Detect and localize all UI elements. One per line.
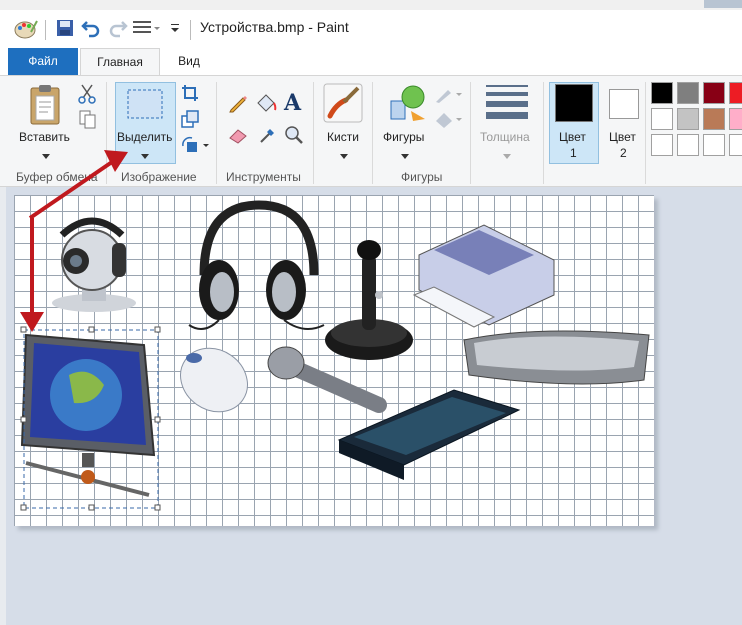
workspace: [0, 187, 742, 625]
customize-dropdown-icon[interactable]: [170, 22, 180, 37]
color1-swatch: [555, 84, 593, 122]
redo-icon[interactable]: [108, 18, 128, 41]
resize-icon[interactable]: [181, 110, 199, 131]
printer-image: [412, 224, 555, 328]
color-picker-icon[interactable]: [258, 125, 278, 148]
webcam-image: [52, 217, 136, 312]
group-separator: [543, 82, 544, 184]
ribbon-tabs: Файл Главная Вид: [0, 48, 742, 75]
tools-group-label: Инструменты: [226, 170, 301, 184]
shapes-icon[interactable]: [387, 83, 427, 126]
window-title: Устройства.bmp - Paint: [200, 19, 349, 35]
top-strip: [0, 0, 742, 10]
ribbon: Вставить Буфер обмена Выделить Изображен…: [0, 75, 742, 187]
joystick-image: [325, 240, 413, 360]
palette-swatch[interactable]: [703, 108, 725, 130]
palette-swatch[interactable]: [651, 134, 673, 156]
paste-button-label[interactable]: Вставить: [19, 130, 70, 144]
palette-swatch[interactable]: [729, 82, 742, 104]
pencil-icon[interactable]: [228, 93, 248, 116]
text-icon[interactable]: A: [283, 90, 303, 116]
palette-swatch[interactable]: [677, 134, 699, 156]
separator: [190, 20, 191, 40]
keyboard-image: [463, 330, 650, 385]
group-separator: [372, 82, 373, 184]
left-edge: [0, 187, 6, 625]
group-separator: [313, 82, 314, 184]
cut-icon[interactable]: [78, 84, 96, 107]
color2-swatch[interactable]: [609, 89, 639, 119]
outline-icon: [434, 86, 464, 107]
select-rectangle-icon: [127, 89, 163, 122]
palette-swatch[interactable]: [703, 82, 725, 104]
monitor-image: [20, 333, 156, 497]
shapes-dropdown-icon[interactable]: [401, 149, 409, 163]
brushes-button-label[interactable]: Кисти: [327, 130, 359, 144]
brushes-dropdown-icon[interactable]: [340, 149, 348, 163]
rotate-icon[interactable]: [180, 136, 210, 157]
shapes-button-label[interactable]: Фигуры: [383, 130, 424, 144]
svg-text:A: A: [283, 91, 302, 113]
group-separator: [106, 82, 107, 184]
color2-label[interactable]: Цвет: [609, 130, 636, 144]
palette-swatch[interactable]: [677, 82, 699, 104]
tab-home[interactable]: Главная: [80, 48, 160, 75]
color1-label: Цвет: [559, 130, 586, 144]
palette-swatch[interactable]: [677, 108, 699, 130]
undo-icon[interactable]: [81, 18, 101, 41]
copy-icon[interactable]: [79, 110, 97, 133]
headphones-image: [188, 200, 325, 330]
size-button-label: Толщина: [480, 130, 530, 144]
fill-icon: [434, 111, 464, 132]
paint-app-icon[interactable]: [14, 18, 38, 43]
brushes-icon[interactable]: [322, 82, 364, 127]
eraser-icon[interactable]: [228, 126, 248, 147]
paste-icon[interactable]: [28, 84, 64, 129]
palette-swatch[interactable]: [703, 134, 725, 156]
palette-swatch[interactable]: [729, 108, 742, 130]
image-group-label: Изображение: [121, 170, 197, 184]
magnifier-icon[interactable]: [284, 125, 304, 148]
crop-icon[interactable]: [181, 84, 199, 105]
select-dropdown-icon[interactable]: [141, 149, 149, 163]
save-icon[interactable]: [56, 19, 74, 40]
size-dropdown-icon: [503, 149, 511, 163]
paste-dropdown-icon[interactable]: [42, 149, 50, 163]
window-controls-area: [704, 0, 742, 8]
shapes-group-label: Фигуры: [401, 170, 443, 184]
group-separator: [645, 82, 646, 184]
tab-view[interactable]: Вид: [162, 48, 216, 75]
select-button-label: Выделить: [117, 130, 173, 144]
drawing-canvas[interactable]: [14, 195, 654, 526]
palette-swatch[interactable]: [651, 82, 673, 104]
title-bar: Устройства.bmp - Paint: [0, 10, 742, 48]
tab-file[interactable]: Файл: [8, 48, 78, 75]
fill-bucket-icon[interactable]: [255, 93, 277, 116]
size-icon: [486, 85, 528, 122]
group-separator: [216, 82, 217, 184]
palette-swatch[interactable]: [729, 134, 742, 156]
color2-number: 2: [620, 146, 627, 160]
group-separator: [470, 82, 471, 184]
clipboard-group-label: Буфер обмена: [16, 170, 98, 184]
color1-number: 1: [570, 146, 577, 160]
palette-swatch[interactable]: [651, 108, 673, 130]
separator: [45, 20, 46, 40]
mouse-image: [180, 347, 248, 413]
list-menu-icon[interactable]: [133, 20, 163, 39]
